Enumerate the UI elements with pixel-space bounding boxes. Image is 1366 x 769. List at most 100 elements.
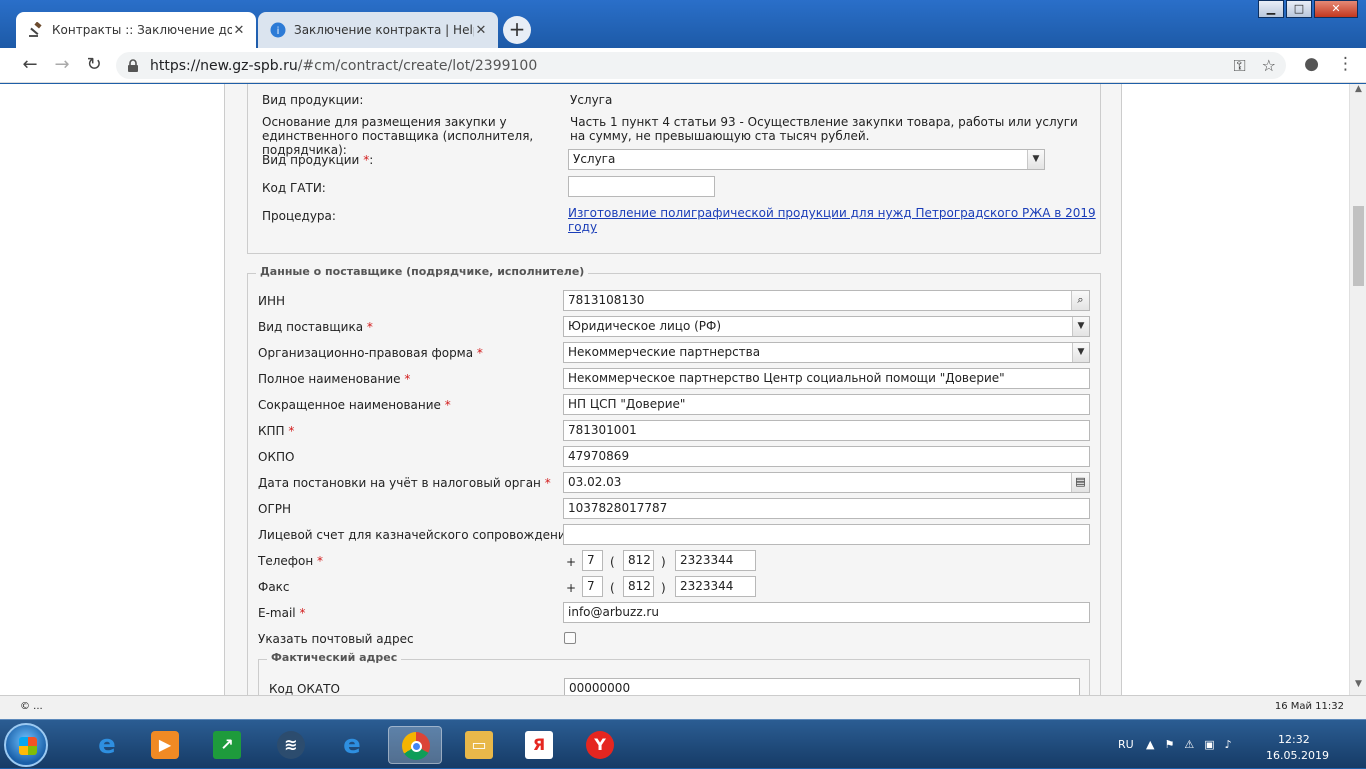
fax-country-input[interactable]: 7 [582,576,603,597]
fax-number-input[interactable]: 2323344 [675,576,756,597]
phone-label: Телефон * [258,554,324,568]
email-label: E-mail * [258,606,306,620]
language-indicator[interactable]: RU [1118,738,1134,751]
short-name-label: Сокращенное наименование * [258,398,451,412]
minimize-button[interactable]: ▁ [1258,0,1284,18]
yandex-browser-taskbar-item[interactable]: Y [573,726,627,764]
start-button[interactable] [4,723,48,767]
tab-contracts[interactable]: Контракты :: Заключение догов ✕ [16,12,256,48]
taskbar: e ▶ ↗ ≋ e ▭ Я Y RU ▲ ⚑ ⚠ ▣ ♪ 12:32 16.05… [0,719,1366,768]
fax-plus: + [566,581,577,595]
tax-date-label: Дата постановки на учёт в налоговый орга… [258,476,551,490]
basis-label: Основание для размещения закупки у единс… [262,115,534,157]
network-taskbar-item[interactable]: ≋ [264,726,318,764]
search-icon[interactable]: ⌕ [1071,291,1089,310]
okpo-label: ОКПО [258,450,295,464]
gati-label: Код ГАТИ: [262,181,326,195]
tab-close-icon[interactable]: ✕ [474,23,488,38]
basis-value: Часть 1 пункт 4 статьи 93 - Осуществлени… [570,115,1078,143]
wifi-icon: ≋ [277,731,305,759]
star-icon[interactable]: ☆ [1262,56,1276,76]
short-name-input[interactable]: НП ЦСП "Доверие" [563,394,1090,415]
window-controls: ▁ □ ✕ [1256,0,1358,18]
phone-country-input[interactable]: 7 [582,550,603,571]
inn-input[interactable]: 7813108130 ⌕ [563,290,1090,311]
phone-number-input[interactable]: 2323344 [675,550,756,571]
ie-taskbar-item[interactable]: e [80,726,134,764]
ogrn-label: ОГРН [258,502,292,516]
contract-form: Вид продукции: Услуга Основание для разм… [224,84,1122,695]
okato-input[interactable]: 00000000 [564,678,1080,695]
phone-open-paren: ( [610,555,615,569]
contract-details-section: Вид продукции: Услуга Основание для разм… [247,84,1101,254]
account-label: Лицевой счет для казначейского сопровожд… [258,528,573,542]
chart-app-taskbar-item[interactable]: ↗ [200,726,254,764]
kpp-label: КПП * [258,424,295,438]
account-input[interactable] [563,524,1090,545]
phone-area-input[interactable]: 812 [623,550,654,571]
flag-icon[interactable]: ⚑ [1164,738,1174,751]
profile-icon[interactable]: ● [1304,54,1319,74]
chrome-taskbar-item[interactable] [388,726,442,764]
page-scrollbar[interactable]: ▲ ▼ [1349,84,1366,695]
fax-close-paren: ) [661,581,666,595]
tab-close-icon[interactable]: ✕ [232,23,246,38]
legal-form-select[interactable]: Некоммерческие партнерства ▼ [563,342,1090,363]
clock-date[interactable]: 16.05.2019 [1266,749,1329,762]
actual-address-legend: Фактический адрес [267,651,402,664]
scroll-down-icon[interactable]: ▼ [1350,679,1366,695]
new-tab-button[interactable]: + [503,16,531,44]
product-type-value: Услуга [570,93,613,107]
postal-address-label: Указать почтовый адрес [258,632,414,646]
close-window-button[interactable]: ✕ [1314,0,1358,18]
tray-arrow-icon[interactable]: ▲ [1146,738,1154,751]
internet-explorer-icon: e [343,730,361,760]
address-bar[interactable]: https://new.gz-spb.ru/#cm/contract/creat… [116,52,1286,79]
maximize-button[interactable]: □ [1286,0,1312,18]
gati-input[interactable] [568,176,715,197]
tax-date-input[interactable]: 03.02.03 ▤ [563,472,1090,493]
explorer-taskbar-item[interactable]: ▭ [452,726,506,764]
actual-address-section: Фактический адрес Код ОКАТО 00000000 [258,651,1090,695]
supplier-type-label: Вид поставщика * [258,320,373,334]
back-arrow-icon[interactable]: ← [18,54,42,78]
key-icon[interactable]: ⚿ [1233,56,1245,76]
menu-dots-icon[interactable]: ⋮ [1337,54,1354,74]
postal-address-checkbox[interactable] [564,632,576,644]
media-taskbar-item[interactable]: ▶ [138,726,192,764]
reload-icon[interactable]: ↻ [82,54,106,78]
legal-form-label: Организационно-правовая форма * [258,346,483,360]
chevron-down-icon: ▼ [1072,343,1089,362]
okato-label: Код ОКАТО [269,682,340,695]
ie2-taskbar-item[interactable]: e [325,726,379,764]
volume-icon[interactable]: ♪ [1225,738,1232,751]
fax-area-input[interactable]: 812 [623,576,654,597]
yandex-taskbar-item[interactable]: Я [512,726,566,764]
kpp-input[interactable]: 781301001 [563,420,1090,441]
product-type-select[interactable]: Услуга ▼ [568,149,1045,170]
email-input[interactable]: info@arbuzz.ru [563,602,1090,623]
supplier-type-select[interactable]: Юридическое лицо (РФ) ▼ [563,316,1090,337]
monitor-icon[interactable]: ▣ [1204,738,1214,751]
folder-icon: ▭ [465,731,493,759]
tab-title: Контракты :: Заключение догов [52,23,232,37]
calendar-icon[interactable]: ▤ [1071,473,1089,492]
tray-icons: ▲ ⚑ ⚠ ▣ ♪ [1146,738,1232,751]
url-text: https://new.gz-spb.ru/#cm/contract/creat… [150,57,538,74]
toolbar-right: ● ⋮ [1304,54,1354,74]
clock-time[interactable]: 12:32 [1278,733,1310,746]
inn-label: ИНН [258,294,286,308]
tab-title: Заключение контракта | HelpDe [294,23,474,37]
full-name-input[interactable]: Некоммерческое партнерство Центр социаль… [563,368,1090,389]
scroll-up-icon[interactable]: ▲ [1350,84,1366,100]
ogrn-input[interactable]: 1037828017787 [563,498,1090,519]
okpo-input[interactable]: 47970869 [563,446,1090,467]
tab-helpdesk[interactable]: i Заключение контракта | HelpDe ✕ [258,12,498,48]
scroll-thumb[interactable] [1353,206,1364,286]
internet-explorer-icon: e [98,730,116,760]
forward-arrow-icon[interactable]: → [50,54,74,78]
system-tray: RU ▲ ⚑ ⚠ ▣ ♪ 12:32 16.05.2019 [1106,720,1366,769]
procedure-link[interactable]: Изготовление полиграфической продукции д… [568,206,1100,234]
tray-alert-icon[interactable]: ⚠ [1184,738,1194,751]
chevron-down-icon: ▼ [1072,317,1089,336]
